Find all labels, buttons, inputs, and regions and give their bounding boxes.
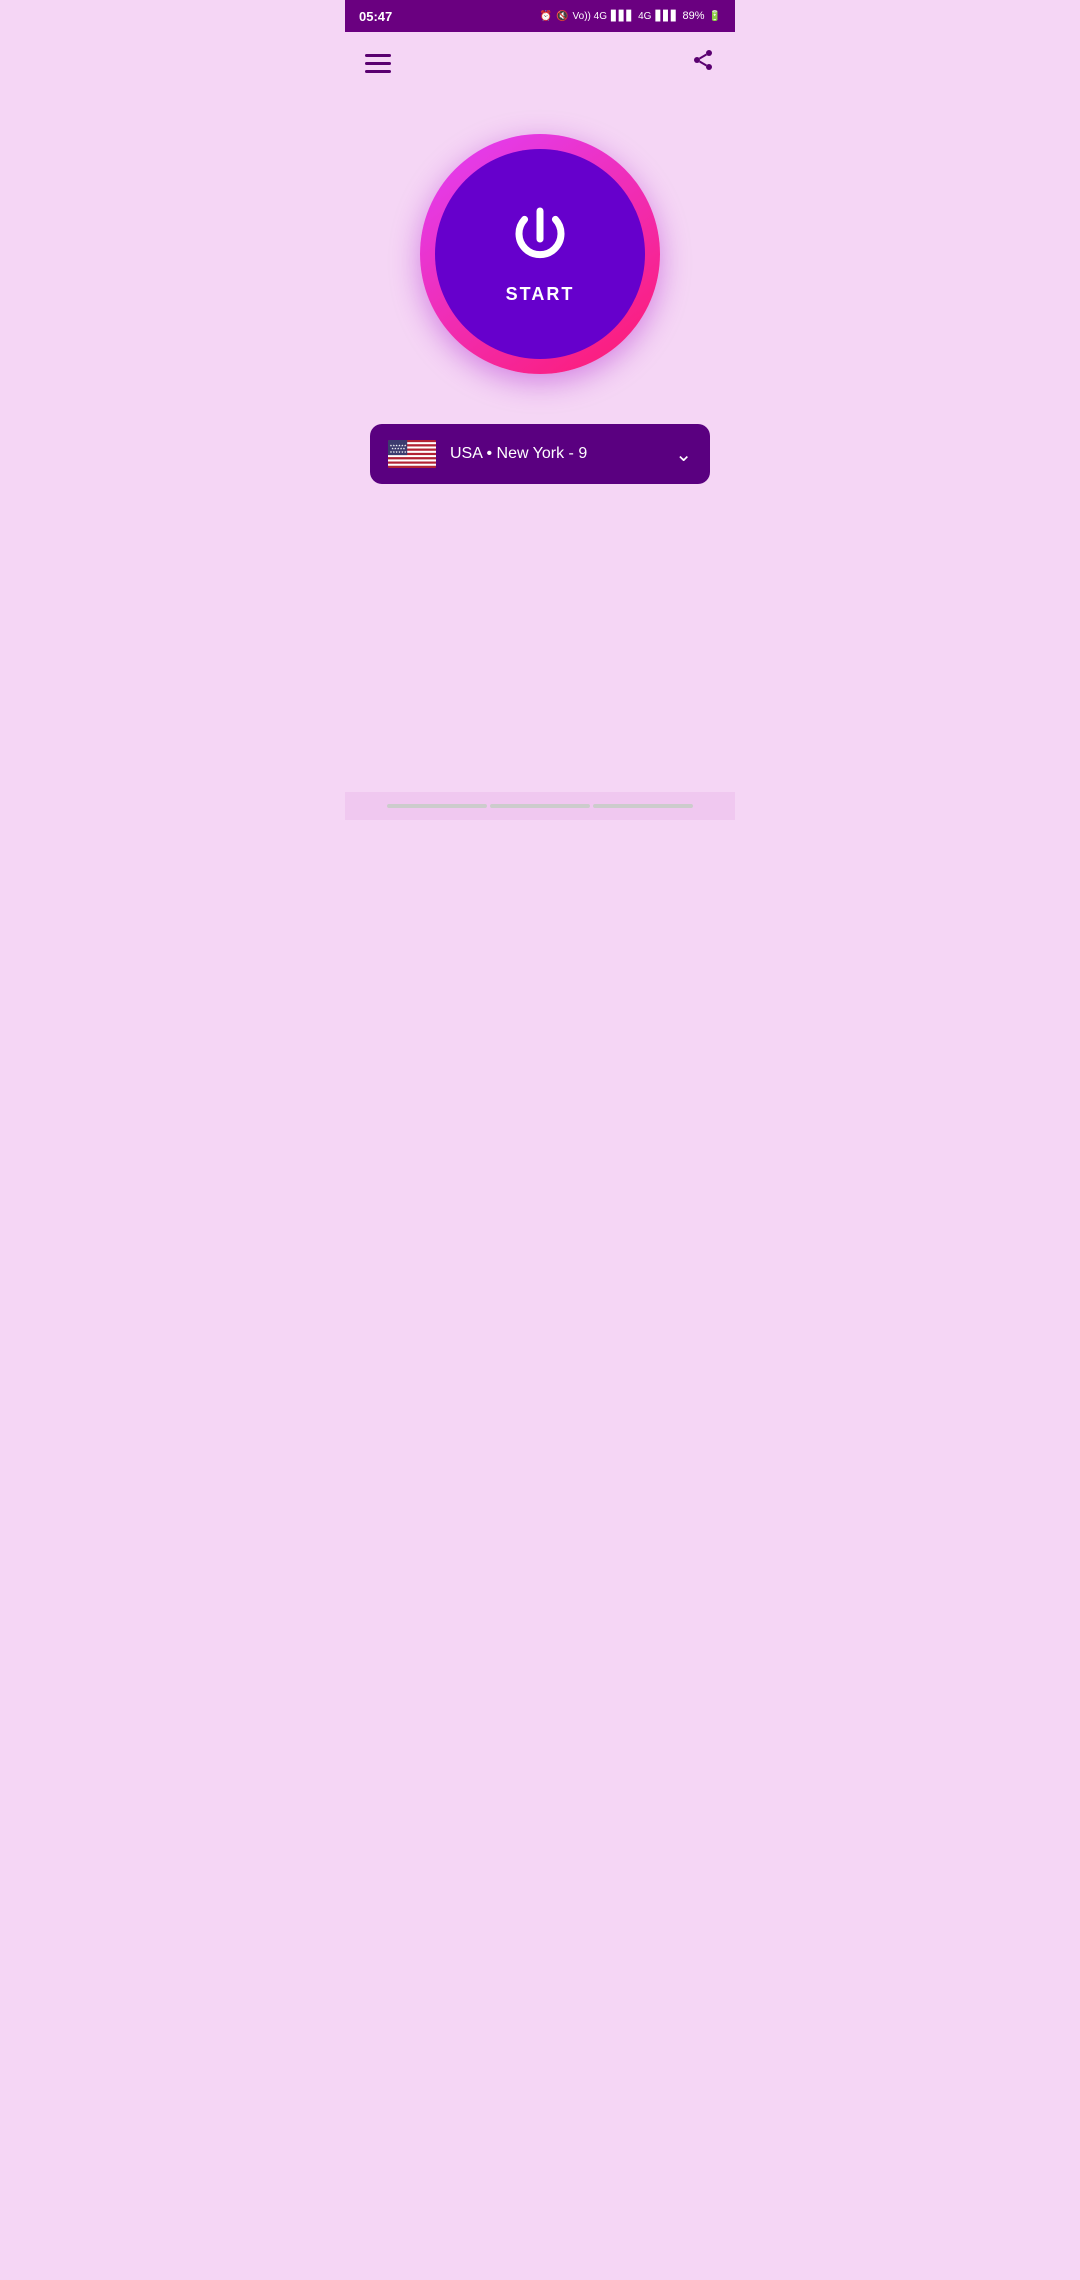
main-content: START (345, 94, 735, 504)
svg-text:★★★★★★: ★★★★★★ (390, 450, 407, 454)
hamburger-line-1 (365, 54, 391, 57)
power-icon (505, 204, 575, 274)
power-button-inner: START (435, 149, 645, 359)
status-time: 05:47 (359, 9, 392, 24)
signal-bars-icon: ▋▋▋ (611, 11, 634, 22)
server-name: USA • New York - 9 (450, 445, 587, 463)
status-bar: 05:47 ⏰ 🔇 Vo)) 4G ▋▋▋ 4G ▋▋▋ 89% 🔋 (345, 0, 735, 32)
battery-indicator: 89% (683, 10, 705, 22)
mute-icon: 🔇 (556, 11, 568, 22)
signal-icon: Vo)) 4G (573, 11, 607, 22)
server-selector[interactable]: ★★★★★★ ★★★★★ ★★★★★★ USA • New York - 9 ⌄ (370, 424, 710, 484)
start-label: START (506, 284, 575, 305)
bottom-nav (345, 792, 735, 820)
menu-button[interactable] (365, 54, 391, 73)
start-button[interactable]: START (420, 134, 660, 374)
chevron-down-icon: ⌄ (675, 442, 692, 467)
flag-container: ★★★★★★ ★★★★★ ★★★★★★ (388, 438, 436, 470)
share-button[interactable] (691, 48, 715, 78)
status-icons: ⏰ 🔇 Vo)) 4G ▋▋▋ 4G ▋▋▋ 89% 🔋 (540, 10, 721, 22)
us-flag: ★★★★★★ ★★★★★ ★★★★★★ (388, 438, 436, 470)
hamburger-line-3 (365, 70, 391, 73)
nav-indicator-1 (387, 804, 487, 808)
nav-indicator-3 (593, 804, 693, 808)
share-icon (691, 48, 715, 72)
battery-icon: 🔋 (709, 11, 721, 22)
nav-indicator-2 (490, 804, 590, 808)
header (345, 32, 735, 94)
signal-bars2-icon: ▋▋▋ (655, 11, 678, 22)
server-info: ★★★★★★ ★★★★★ ★★★★★★ USA • New York - 9 (388, 438, 587, 470)
alarm-icon: ⏰ (540, 11, 552, 22)
hamburger-line-2 (365, 62, 391, 65)
signal-4g-icon: 4G (638, 11, 651, 22)
